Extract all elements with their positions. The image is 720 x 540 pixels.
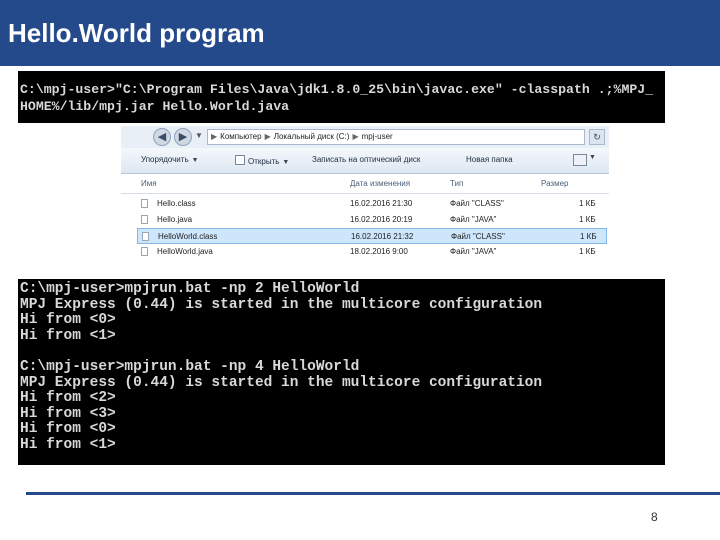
file-date: 16.02.2016 20:19 [350, 215, 413, 224]
file-icon [141, 247, 148, 256]
chevron-down-icon[interactable]: ▼ [589, 154, 596, 161]
column-header-row: Имя Дата изменения Тип Размер [121, 174, 609, 194]
console-line: Hi from <0> [20, 312, 116, 329]
breadcrumb-separator-icon: ▶ [264, 132, 271, 141]
breadcrumb-separator-icon: ▶ [211, 132, 218, 141]
organize-label: Упорядочить [141, 155, 189, 164]
console-line: Hi from <1> [20, 436, 116, 453]
console-line: C:\mpj-user>mpjrun.bat -np 2 HelloWorld [20, 281, 360, 297]
column-header-type[interactable]: Тип [450, 179, 463, 188]
new-folder-label: Новая папка [466, 155, 513, 164]
chevron-down-icon[interactable]: ▼ [195, 131, 203, 140]
file-name: Hello.class [157, 199, 196, 208]
file-size: 1 КБ [580, 232, 597, 241]
slide-title-bar: Hello.World program [0, 0, 720, 66]
open-button[interactable]: Открыть ▼ [235, 155, 289, 166]
console-line: C:\mpj-user>mpjrun.bat -np 4 HelloWorld [20, 358, 360, 375]
page-number: 8 [651, 510, 658, 524]
file-date: 16.02.2016 21:30 [350, 199, 413, 208]
footer-divider [26, 492, 720, 495]
file-icon [142, 232, 149, 241]
file-icon [141, 199, 148, 208]
address-bar[interactable]: ▶ Компьютер ▶ Локальный диск (C:) ▶ mpj-user [207, 129, 585, 145]
file-date: 18.02.2016 9:00 [350, 247, 408, 256]
organize-button[interactable]: Упорядочить ▼ [141, 155, 199, 164]
console-javac: C:\mpj-user>"C:\Program Files\Java\jdk1.… [18, 71, 665, 123]
console-line: MPJ Express (0.44) is started in the mul… [20, 374, 543, 391]
forward-arrow-icon[interactable]: ▶ [174, 128, 192, 146]
file-date: 16.02.2016 21:32 [351, 232, 414, 241]
column-header-size[interactable]: Размер [541, 179, 569, 188]
column-header-date[interactable]: Дата изменения [350, 179, 410, 188]
slide-title: Hello.World program [8, 18, 265, 48]
file-size: 1 КБ [579, 215, 596, 224]
file-size: 1 КБ [579, 199, 596, 208]
view-options-icon[interactable] [573, 154, 587, 166]
file-name: HelloWorld.class [158, 232, 218, 241]
file-type: Файл "JAVA" [450, 247, 497, 256]
file-explorer-window: ◀ ▶ ▼ ▶ Компьютер ▶ Локальный диск (C:) ▶ mpj… [121, 126, 609, 279]
file-row[interactable]: Hello.class 16.02.2016 21:30 Файл "CLASS… [137, 196, 607, 212]
column-header-name[interactable]: Имя [141, 179, 157, 188]
file-size: 1 КБ [579, 247, 596, 256]
console-line: Hi from <0> [20, 421, 116, 438]
console-line: MPJ Express (0.44) is started in the mul… [20, 296, 543, 313]
explorer-toolbar: Упорядочить ▼ Открыть ▼ Записать на оптиче… [121, 148, 609, 174]
breadcrumb-computer[interactable]: Компьютер [220, 132, 261, 141]
console-mpjrun: C:\mpj-user>mpjrun.bat -np 2 HelloWorld … [18, 279, 665, 465]
breadcrumb-separator-icon: ▶ [352, 132, 359, 141]
console-line: HOME%/lib/mpj.jar Hello.World.java [20, 99, 290, 114]
file-type: Файл "CLASS" [450, 199, 504, 208]
console-line: Hi from <3> [20, 405, 116, 422]
open-file-icon [235, 155, 245, 165]
breadcrumb-local-disk[interactable]: Локальный диск (C:) [274, 132, 350, 141]
burn-disc-button[interactable]: Записать на оптический диск [312, 155, 420, 164]
open-label: Открыть [248, 157, 280, 166]
file-type: Файл "CLASS" [451, 232, 505, 241]
address-row: ◀ ▶ ▼ ▶ Компьютер ▶ Локальный диск (C:) ▶ mpj… [121, 126, 609, 148]
back-arrow-icon[interactable]: ◀ [153, 128, 171, 146]
chevron-down-icon: ▼ [191, 157, 199, 164]
chevron-down-icon: ▼ [282, 159, 290, 166]
file-row-selected[interactable]: HelloWorld.class 16.02.2016 21:32 Файл "… [137, 228, 607, 244]
file-name: HelloWorld.java [157, 247, 213, 256]
file-row[interactable]: Hello.java 16.02.2016 20:19 Файл "JAVA" … [137, 212, 607, 228]
breadcrumb-mpj-user[interactable]: mpj-user [362, 132, 393, 141]
file-type: Файл "JAVA" [450, 215, 497, 224]
new-folder-button[interactable]: Новая папка [466, 155, 513, 164]
file-row[interactable]: HelloWorld.java 18.02.2016 9:00 Файл "JA… [137, 244, 607, 260]
file-icon [141, 215, 148, 224]
file-name: Hello.java [157, 215, 193, 224]
console-line: Hi from <2> [20, 390, 116, 407]
burn-label: Записать на оптический диск [312, 155, 421, 164]
refresh-icon[interactable]: ↻ [589, 129, 605, 145]
console-line: Hi from <1> [20, 327, 116, 344]
console-line: C:\mpj-user>"C:\Program Files\Java\jdk1.… [20, 82, 654, 97]
